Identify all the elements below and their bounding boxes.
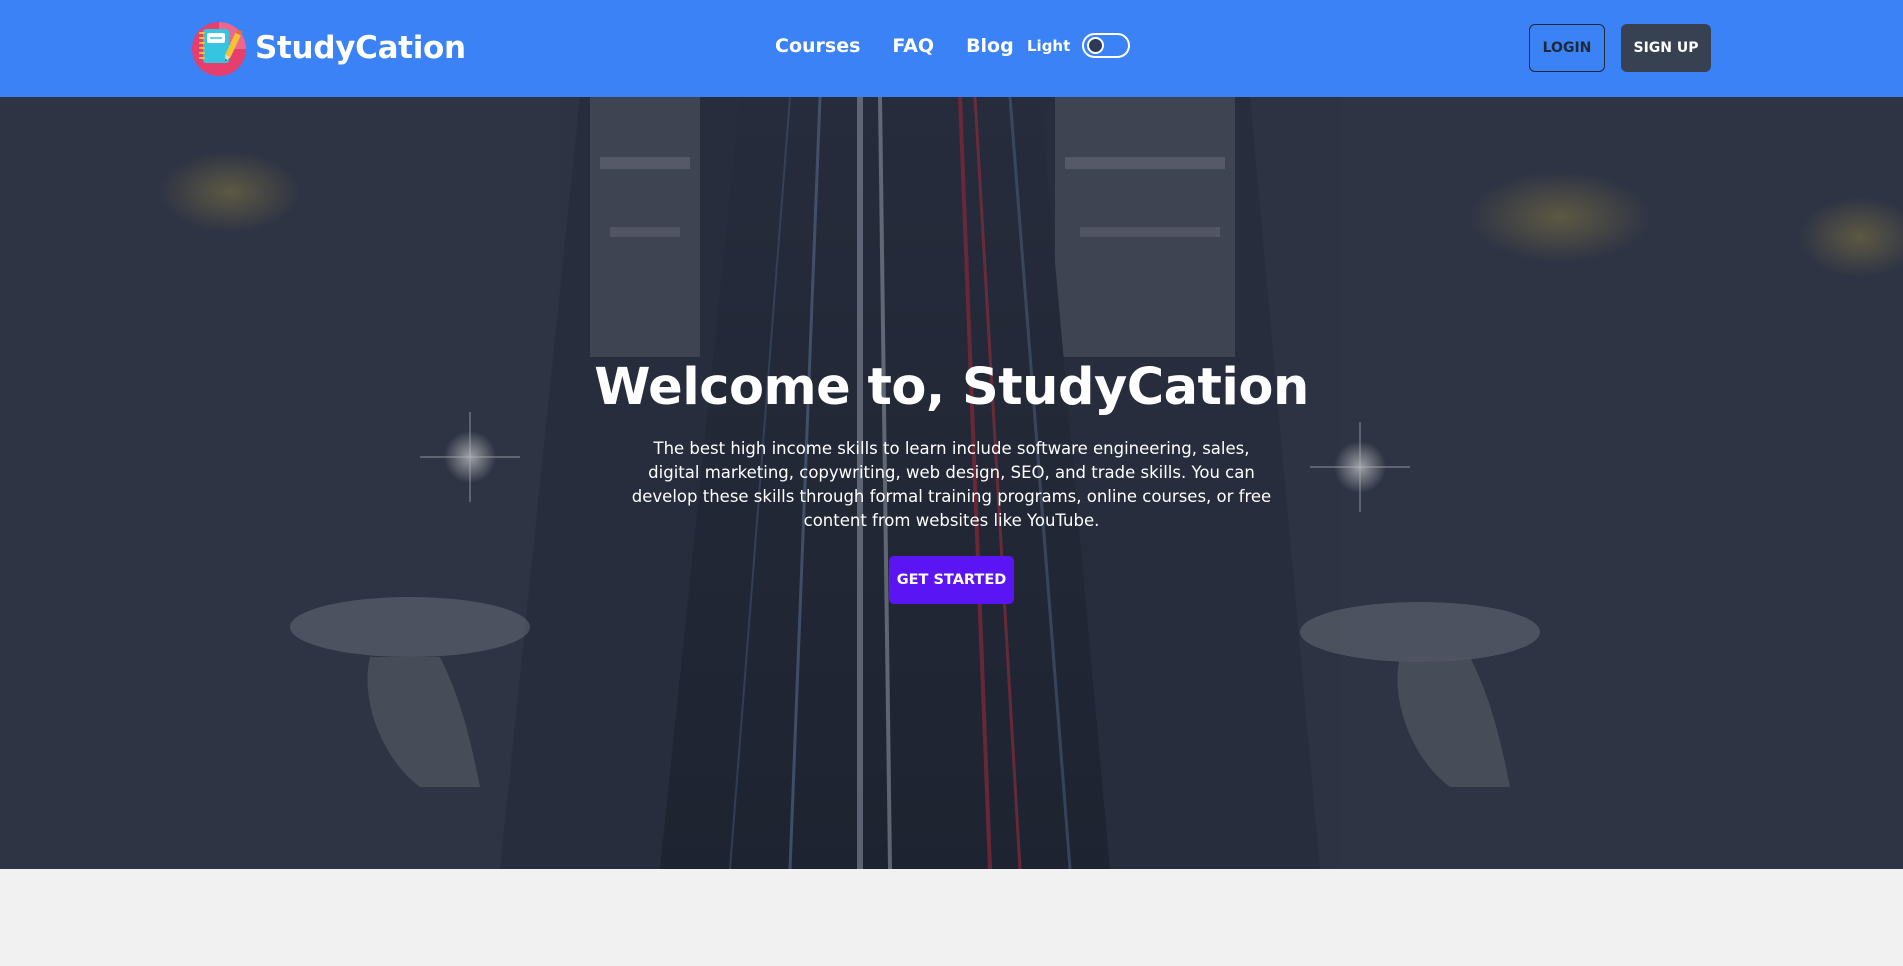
hero-title: Welcome to, StudyCation [594,358,1309,417]
notebook-pencil-icon [192,22,246,76]
main-nav: Courses FAQ Blog [775,35,1046,57]
signup-button[interactable]: SIGN UP [1621,24,1711,72]
nav-link-faq[interactable]: FAQ [892,35,934,57]
nav-link-blog[interactable]: Blog [966,35,1014,57]
brand-logo-link[interactable]: StudyCation [189,20,466,76]
hero-section: Welcome to, StudyCation The best high in… [0,97,1903,869]
theme-label: Light [1027,36,1071,55]
get-started-button[interactable]: GET STARTED [889,556,1014,604]
login-button[interactable]: LOGIN [1529,24,1605,72]
theme-switch-knob [1087,37,1105,54]
below-hero-section [0,869,1903,966]
hero-content: Welcome to, StudyCation The best high in… [0,357,1903,604]
hero-description: The best high income skills to learn inc… [631,439,1272,530]
brand-name: StudyCation [255,30,466,66]
navbar: StudyCation Courses FAQ Blog Light LOGIN… [0,0,1903,97]
nav-link-courses[interactable]: Courses [775,35,860,57]
theme-switch[interactable] [1082,33,1131,58]
theme-toggle: Light [1027,33,1131,58]
